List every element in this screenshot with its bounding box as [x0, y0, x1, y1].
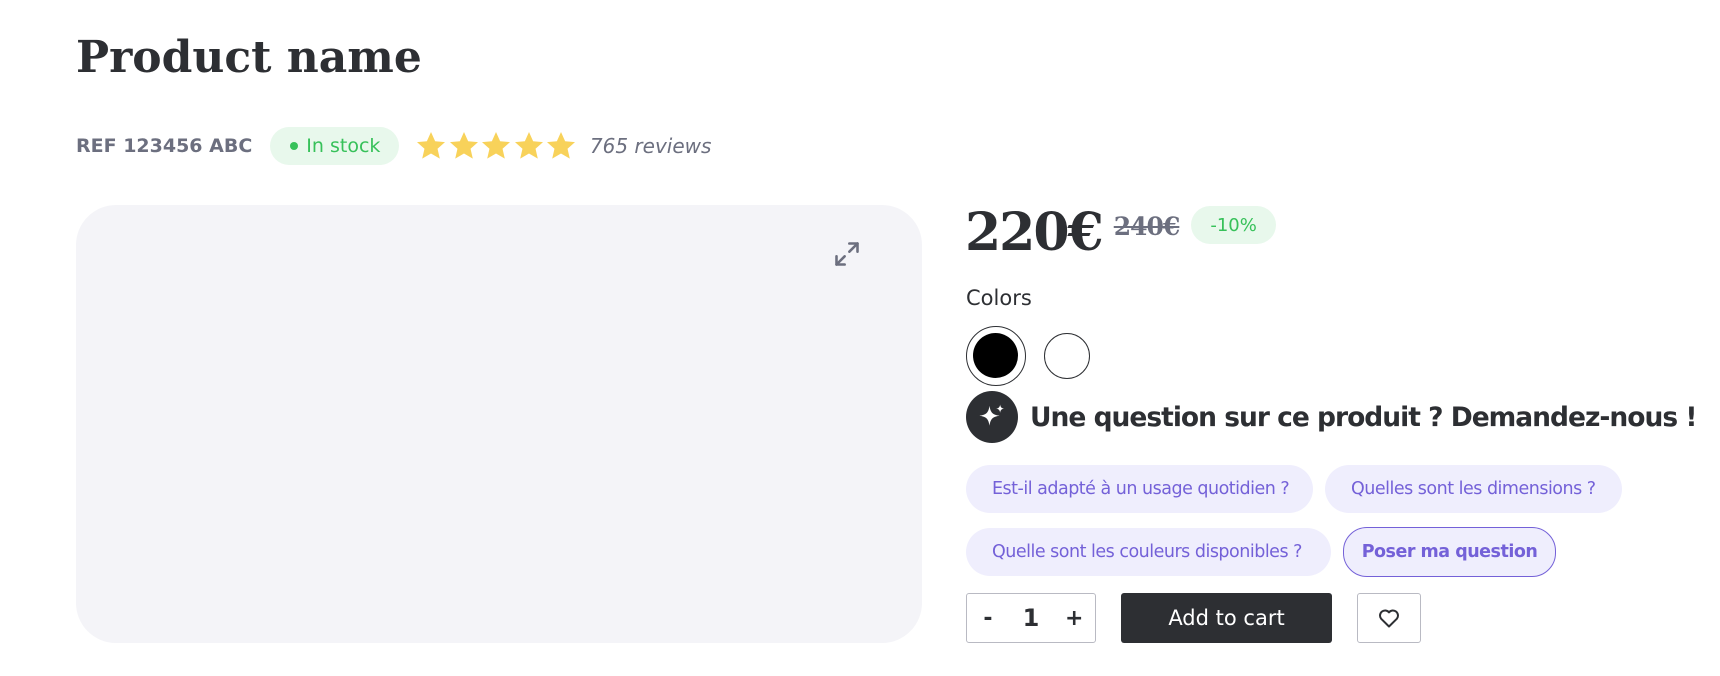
star-icon — [514, 132, 543, 159]
add-to-cart-button[interactable]: Add to cart — [1121, 593, 1332, 643]
discount-badge: -10% — [1191, 206, 1276, 244]
product-title: Product name — [76, 32, 422, 83]
rating-stars[interactable] — [415, 130, 578, 162]
suggestion-chip[interactable]: Est-il adapté à un usage quotidien ? — [966, 465, 1313, 513]
reviews-link[interactable]: 765 reviews — [590, 134, 712, 158]
ask-question-heading: Une question sur ce produit ? Demandez-n… — [1030, 401, 1697, 433]
product-page: Product name REF 123456 ABC In stock 765… — [0, 0, 1720, 676]
product-meta: REF 123456 ABC In stock 765 reviews — [76, 126, 711, 166]
ask-question-header: Une question sur ce produit ? Demandez-n… — [966, 391, 1697, 443]
stock-status: In stock — [306, 135, 381, 157]
star-icon — [449, 132, 478, 159]
product-image[interactable] — [76, 205, 922, 643]
wishlist-button[interactable] — [1357, 593, 1421, 643]
color-swatch-black-fill — [973, 333, 1018, 378]
color-swatch-white[interactable] — [1044, 333, 1090, 379]
star-icon — [547, 132, 576, 159]
color-swatch-black[interactable] — [966, 326, 1026, 386]
stock-badge: In stock — [270, 127, 400, 165]
stock-dot-icon — [290, 142, 299, 150]
increment-button[interactable]: + — [1065, 606, 1083, 631]
quantity-stepper: - 1 + — [966, 593, 1096, 643]
product-reference: REF 123456 ABC — [76, 135, 253, 157]
colors-label: Colors — [966, 286, 1032, 310]
suggestion-chip[interactable]: Quelles sont les dimensions ? — [1325, 465, 1622, 513]
sparkle-icon — [979, 404, 1005, 426]
ask-question-button[interactable]: Poser ma question — [1343, 527, 1556, 577]
current-price: 220€ — [965, 202, 1104, 263]
suggestion-chip[interactable]: Quelle sont les couleurs disponibles ? — [966, 528, 1331, 576]
price-row: 220€ 240€ -10% — [965, 198, 1276, 268]
heart-icon — [1379, 609, 1399, 628]
ai-assistant-avatar — [966, 391, 1018, 443]
star-icon — [482, 132, 511, 159]
expand-image-button[interactable] — [828, 235, 866, 273]
decrement-button[interactable]: - — [979, 606, 997, 631]
quantity-input[interactable]: 1 — [1023, 604, 1040, 632]
old-price: 240€ — [1113, 212, 1181, 241]
expand-icon — [835, 242, 859, 266]
star-icon — [417, 132, 446, 159]
